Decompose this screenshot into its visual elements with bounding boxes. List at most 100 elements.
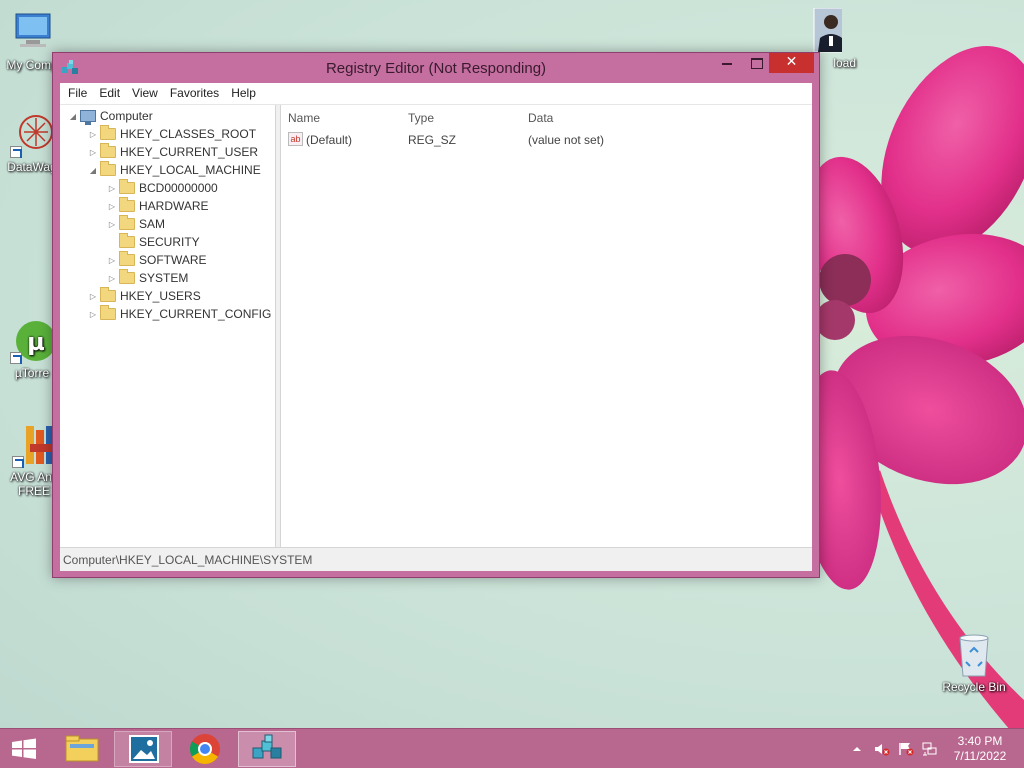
close-icon: ✕ <box>785 54 798 70</box>
value-type: REG_SZ <box>408 133 457 147</box>
file-explorer-icon <box>65 735 99 762</box>
utorrent-icon: µ <box>8 318 56 364</box>
column-header-data[interactable]: Data <box>528 111 553 125</box>
collapsed-arrow-icon[interactable]: ▷ <box>107 220 117 229</box>
photo-thumbnail-icon <box>794 7 849 54</box>
value-name: (Default) <box>306 133 353 147</box>
folder-icon <box>100 305 116 320</box>
tree-item-label: HARDWARE <box>139 199 209 213</box>
collapsed-arrow-icon[interactable]: ▷ <box>107 256 117 265</box>
tree-item-hardware[interactable]: ▷ HARDWARE <box>107 197 209 215</box>
collapsed-arrow-icon[interactable]: ▷ <box>88 130 98 139</box>
folder-icon <box>119 251 135 266</box>
desktop-icon-label: Recycle Bin <box>942 680 1006 694</box>
folder-open-icon <box>100 161 116 176</box>
menu-favorites[interactable]: Favorites <box>164 83 225 104</box>
tree-item-software[interactable]: ▷ SOFTWARE <box>107 251 207 269</box>
show-hidden-icons-button[interactable] <box>852 741 862 755</box>
menu-file[interactable]: File <box>62 83 93 104</box>
tree-item-label: Computer <box>100 109 153 123</box>
registry-tree[interactable]: ◢ Computer ▷ HKEY_CLASSES_ROOT ▷ HKEY_CU… <box>60 105 276 547</box>
value-data: (value not set) <box>528 133 605 147</box>
collapsed-arrow-icon[interactable]: ▷ <box>88 292 98 301</box>
menu-help[interactable]: Help <box>225 83 262 104</box>
tree-item-hkey-current-user[interactable]: ▷ HKEY_CURRENT_USER <box>88 143 258 161</box>
computer-icon <box>8 10 56 56</box>
collapsed-arrow-icon[interactable]: ▷ <box>88 148 98 157</box>
shortcut-arrow-icon <box>10 146 22 158</box>
tree-item-hkey-current-config[interactable]: ▷ HKEY_CURRENT_CONFIG <box>88 305 271 323</box>
action-center-flag-icon <box>899 743 914 756</box>
collapsed-arrow-icon[interactable]: ▷ <box>107 184 117 193</box>
status-bar: Computer\HKEY_LOCAL_MACHINE\SYSTEM <box>60 547 812 571</box>
folder-icon <box>100 143 116 158</box>
svg-text:µ: µ <box>27 328 45 356</box>
photo-viewer-icon <box>129 735 159 763</box>
tree-item-label: HKEY_CLASSES_ROOT <box>120 127 257 141</box>
tree-item-label: HKEY_CURRENT_USER <box>120 145 259 159</box>
tree-item-label: HKEY_CURRENT_CONFIG <box>120 307 272 321</box>
folder-icon <box>119 179 135 194</box>
registry-editor-icon <box>252 734 282 759</box>
taskbar-registry-editor[interactable] <box>238 731 296 767</box>
avg-antivirus-icon <box>10 422 58 468</box>
start-button[interactable] <box>8 731 40 767</box>
taskbar-file-explorer[interactable] <box>56 731 108 767</box>
tree-item-hkey-classes-root[interactable]: ▷ HKEY_CLASSES_ROOT <box>88 125 256 143</box>
close-button[interactable]: ✕ <box>769 53 814 73</box>
network-button[interactable] <box>922 741 938 756</box>
column-header-type[interactable]: Type <box>408 111 434 125</box>
tree-item-hkey-users[interactable]: ▷ HKEY_USERS <box>88 287 201 305</box>
tree-item-system[interactable]: ▷ SYSTEM <box>107 269 188 287</box>
column-header-name[interactable]: Name <box>288 111 320 125</box>
tree-item-label: SOFTWARE <box>139 253 207 267</box>
volume-muted-icon <box>875 744 890 756</box>
maximize-button[interactable] <box>743 53 769 73</box>
collapsed-arrow-icon[interactable]: ▷ <box>88 310 98 319</box>
window-title: Registry Editor (Not Responding) <box>325 60 547 77</box>
desktop-icon-recycle-bin[interactable]: Recycle Bin <box>936 632 1012 694</box>
shortcut-arrow-icon <box>12 456 24 468</box>
values-list[interactable]: Name Type Data ab (Default) REG_SZ (valu… <box>282 105 812 547</box>
window-client-area: File Edit View Favorites Help ◢ Computer… <box>60 83 812 571</box>
folder-icon <box>119 269 135 284</box>
tree-item-bcd00000000[interactable]: ▷ BCD00000000 <box>107 179 218 197</box>
recycle-bin-icon <box>950 632 998 678</box>
clock-time: 3:40 PM <box>957 734 1003 748</box>
pane-splitter[interactable] <box>276 105 281 547</box>
expanded-arrow-icon[interactable]: ◢ <box>88 166 98 175</box>
collapsed-arrow-icon[interactable]: ▷ <box>107 274 117 283</box>
tree-item-security[interactable]: SECURITY <box>107 233 200 251</box>
folder-icon <box>119 233 135 248</box>
title-bar[interactable]: Registry Editor (Not Responding) ✕ <box>53 53 819 83</box>
chevron-up-icon <box>853 747 861 751</box>
taskbar-chrome[interactable] <box>176 731 234 767</box>
volume-button[interactable] <box>874 741 890 756</box>
tree-item-label: HKEY_LOCAL_MACHINE <box>120 163 261 177</box>
folder-icon <box>100 125 116 140</box>
clock-date: 7/11/2022 <box>953 749 1007 763</box>
taskbar-photo-viewer[interactable] <box>114 731 172 767</box>
string-value-icon: ab <box>288 132 303 146</box>
tree-item-label: SYSTEM <box>139 271 189 285</box>
menu-bar: File Edit View Favorites Help <box>60 83 812 105</box>
folder-icon <box>119 215 135 230</box>
registry-editor-window[interactable]: Registry Editor (Not Responding) ✕ File … <box>52 52 820 578</box>
windows-logo-icon <box>12 738 36 759</box>
tree-item-computer[interactable]: ◢ Computer <box>68 107 153 125</box>
datawag-icon <box>8 112 56 158</box>
collapsed-arrow-icon[interactable]: ▷ <box>107 202 117 211</box>
chrome-icon <box>189 734 220 765</box>
action-center-button[interactable] <box>898 741 914 756</box>
menu-edit[interactable]: Edit <box>93 83 126 104</box>
menu-view[interactable]: View <box>126 83 164 104</box>
folder-icon <box>100 287 116 302</box>
minimize-button[interactable] <box>713 53 741 73</box>
expanded-arrow-icon[interactable]: ◢ <box>68 112 78 121</box>
tree-item-label: SAM <box>139 217 166 231</box>
tree-item-hkey-local-machine[interactable]: ◢ HKEY_LOCAL_MACHINE <box>88 161 261 179</box>
taskbar: 3:40 PM 7/11/2022 <box>0 728 1024 768</box>
tree-item-sam[interactable]: ▷ SAM <box>107 215 165 233</box>
computer-icon <box>80 110 96 125</box>
system-clock[interactable]: 3:40 PM 7/11/2022 <box>942 734 1018 764</box>
